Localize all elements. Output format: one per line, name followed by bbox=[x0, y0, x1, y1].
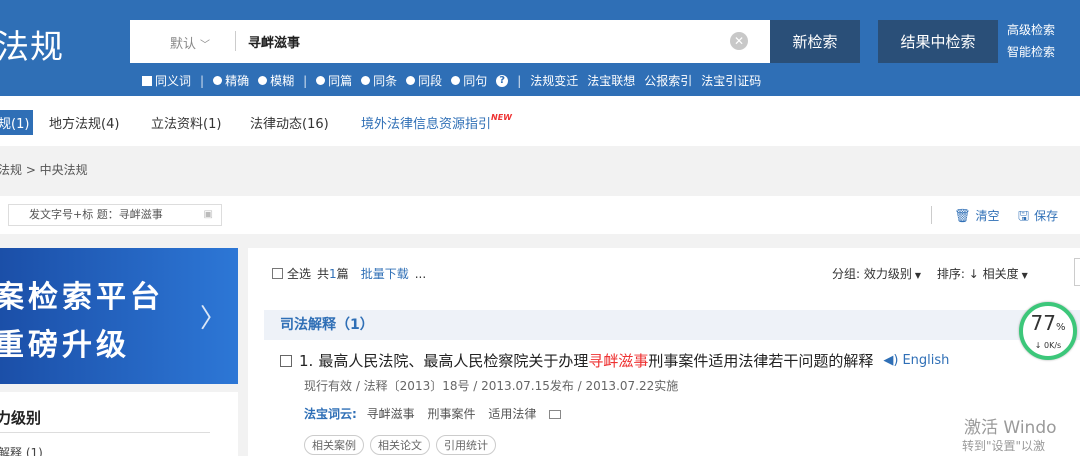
radio-icon bbox=[406, 76, 416, 85]
more-icon[interactable]: ... bbox=[415, 267, 426, 281]
activation-watermark: 激活 Windo bbox=[964, 418, 1057, 438]
search-scope-dropdown[interactable]: 默认 ﹀ bbox=[170, 33, 210, 52]
keyword-tag[interactable]: 寻衅滋事 bbox=[367, 407, 415, 421]
divider: | bbox=[303, 73, 308, 88]
chevron-right-icon[interactable]: 〉 bbox=[200, 298, 226, 335]
promo-banner[interactable]: 案检索平台 重磅升级 〉 bbox=[0, 248, 238, 384]
tab-local-laws[interactable]: 地方法规(4) bbox=[49, 113, 119, 132]
in-results-box[interactable] bbox=[1074, 258, 1080, 286]
tab-foreign-resources[interactable]: 境外法律信息资源指引NEW bbox=[361, 113, 512, 132]
tab-legal-trends[interactable]: 法律动态(16) bbox=[250, 113, 329, 132]
caret-down-icon: ▼ bbox=[914, 271, 922, 280]
category-header[interactable]: 司法解释（1） bbox=[264, 310, 1080, 340]
results-toolbar: 全选 共1篇 批量下载 ... bbox=[272, 265, 426, 282]
keyword-tag[interactable]: 适用法律 bbox=[488, 407, 536, 421]
advanced-links: 高级检索 智能检索 bbox=[1007, 19, 1055, 63]
header: 法规 默认 ﹀ 寻衅滋事 ✕ 新检索 结果中检索 高级检索 智能检索 同义词 | … bbox=[0, 0, 1080, 96]
trash-icon: 🗑 bbox=[954, 209, 971, 224]
same-clause-radio[interactable]: 同条 bbox=[361, 72, 397, 89]
result-title[interactable]: 1. 最高人民法院、最高人民检察院关于办理 寻衅滋事 刑事案件适用法律若干问题的解释… bbox=[280, 350, 949, 371]
same-sentence-radio[interactable]: 同句 bbox=[451, 72, 487, 89]
tab-legislative-materials[interactable]: 立法资料(1) bbox=[151, 113, 221, 132]
facet-item[interactable]: 解释 (1) bbox=[0, 444, 43, 456]
search-within-results-button[interactable]: 结果中检索 bbox=[878, 20, 998, 63]
chevron-down-icon: ﹀ bbox=[200, 40, 211, 51]
english-link[interactable]: ◀) English bbox=[883, 353, 949, 368]
mail-icon[interactable] bbox=[549, 410, 562, 419]
facet-panel: 力级别 解释 (1) bbox=[0, 392, 238, 456]
group-dropdown[interactable]: 分组: 效力级别 bbox=[832, 267, 912, 281]
save-button[interactable]: 🖫 保存 bbox=[1018, 207, 1058, 229]
clear-button[interactable]: 🗑 清空 bbox=[954, 207, 1000, 224]
banner-line-1: 案检索平台 bbox=[0, 280, 164, 315]
checkbox-icon bbox=[142, 75, 152, 86]
radio-icon bbox=[361, 76, 371, 85]
radio-icon bbox=[316, 76, 326, 85]
tab-central-laws[interactable]: 规(1) bbox=[0, 110, 34, 135]
banner-line-2: 重磅升级 bbox=[0, 328, 130, 363]
citation-stats-button[interactable]: 引用统计 bbox=[436, 435, 496, 455]
group-sort-controls: 分组: 效力级别 ▼ 排序: ↓ 相关度 ▼ bbox=[832, 265, 1040, 282]
breadcrumb: 法规 > 中央法规 bbox=[0, 163, 88, 177]
results-panel: 全选 共1篇 批量下载 ... 分组: 效力级别 ▼ 排序: ↓ 相关度 ▼ 司法解… bbox=[248, 248, 1080, 456]
same-paragraph-radio[interactable]: 同段 bbox=[406, 72, 442, 89]
filter-bar: 发文字号+标 题：寻衅滋事 ▣ 🗑 清空 🖫 保存 bbox=[0, 196, 1080, 234]
speaker-icon: ◀) bbox=[883, 353, 899, 368]
result-checkbox[interactable] bbox=[280, 354, 292, 367]
batch-download-link[interactable]: 批量下载 bbox=[361, 265, 409, 282]
new-search-button[interactable]: 新检索 bbox=[770, 20, 860, 63]
divider bbox=[931, 206, 932, 224]
clear-search-icon[interactable]: ✕ bbox=[730, 32, 748, 50]
gazette-index-link[interactable]: 公报索引 bbox=[644, 72, 692, 89]
related-cases-button[interactable]: 相关案例 bbox=[304, 435, 364, 455]
radio-icon bbox=[213, 76, 223, 85]
facet-title: 力级别 bbox=[0, 409, 42, 427]
related-papers-button[interactable]: 相关论文 bbox=[370, 435, 430, 455]
synonym-checkbox[interactable]: 同义词 bbox=[142, 72, 191, 89]
advanced-search-link[interactable]: 高级检索 bbox=[1007, 19, 1055, 41]
divider: | bbox=[200, 73, 205, 88]
speed-rate: ↓ 0K/s bbox=[1034, 341, 1062, 350]
divider bbox=[0, 432, 210, 433]
smart-search-link[interactable]: 智能检索 bbox=[1007, 41, 1055, 63]
fuzzy-radio[interactable]: 模糊 bbox=[258, 72, 294, 89]
search-input[interactable]: 寻衅滋事 bbox=[248, 32, 300, 51]
fabao-link-link[interactable]: 法宝联想 bbox=[587, 72, 635, 89]
search-box[interactable]: 默认 ﹀ 寻衅滋事 ✕ bbox=[130, 20, 770, 63]
caret-down-icon: ▼ bbox=[1021, 271, 1028, 280]
site-logo[interactable]: 法规 bbox=[0, 20, 64, 68]
related-pills: 相关案例 相关论文 引用统计 bbox=[304, 435, 502, 455]
result-count: 1 bbox=[329, 266, 337, 281]
radio-icon bbox=[451, 76, 461, 85]
category-tabs: 规(1) 地方法规(4) 立法资料(1) 法律动态(16) 境外法律信息资源指引… bbox=[0, 96, 1080, 146]
search-options: 同义词 | 精确 模糊 | 同篇 同条 同段 同句 ? | 法规变迁 法宝联想 … bbox=[142, 72, 770, 89]
citation-code-link[interactable]: 法宝引证码 bbox=[701, 72, 761, 89]
sort-dropdown[interactable]: 排序: ↓ 相关度 bbox=[937, 267, 1019, 281]
activation-watermark-sub: 转到"设置"以激 bbox=[962, 439, 1046, 453]
radio-icon bbox=[258, 76, 268, 85]
remove-filter-icon[interactable]: ▣ bbox=[204, 205, 213, 225]
network-speed-widget[interactable]: 77% ↓ 0K/s bbox=[1019, 302, 1077, 360]
highlight-term: 寻衅滋事 bbox=[588, 352, 649, 370]
same-article-radio[interactable]: 同篇 bbox=[316, 72, 352, 89]
result-meta: 现行有效 / 法释〔2013〕18号 / 2013.07.15发布 / 2013… bbox=[304, 379, 679, 393]
new-badge: NEW bbox=[491, 113, 512, 122]
select-all-checkbox[interactable] bbox=[272, 268, 283, 279]
keyword-tag[interactable]: 刑事案件 bbox=[427, 407, 475, 421]
law-change-link[interactable]: 法规变迁 bbox=[530, 72, 578, 89]
filter-chip: 发文字号+标 题：寻衅滋事 ▣ bbox=[8, 204, 222, 226]
help-icon[interactable]: ? bbox=[496, 74, 509, 87]
word-cloud: 法宝词云: 寻衅滋事 刑事案件 适用法律 bbox=[304, 405, 562, 422]
speed-percent: 77 bbox=[1030, 311, 1056, 335]
exact-radio[interactable]: 精确 bbox=[213, 72, 249, 89]
divider bbox=[235, 31, 236, 51]
divider: | bbox=[517, 73, 522, 88]
save-icon: 🖫 bbox=[1018, 209, 1030, 224]
